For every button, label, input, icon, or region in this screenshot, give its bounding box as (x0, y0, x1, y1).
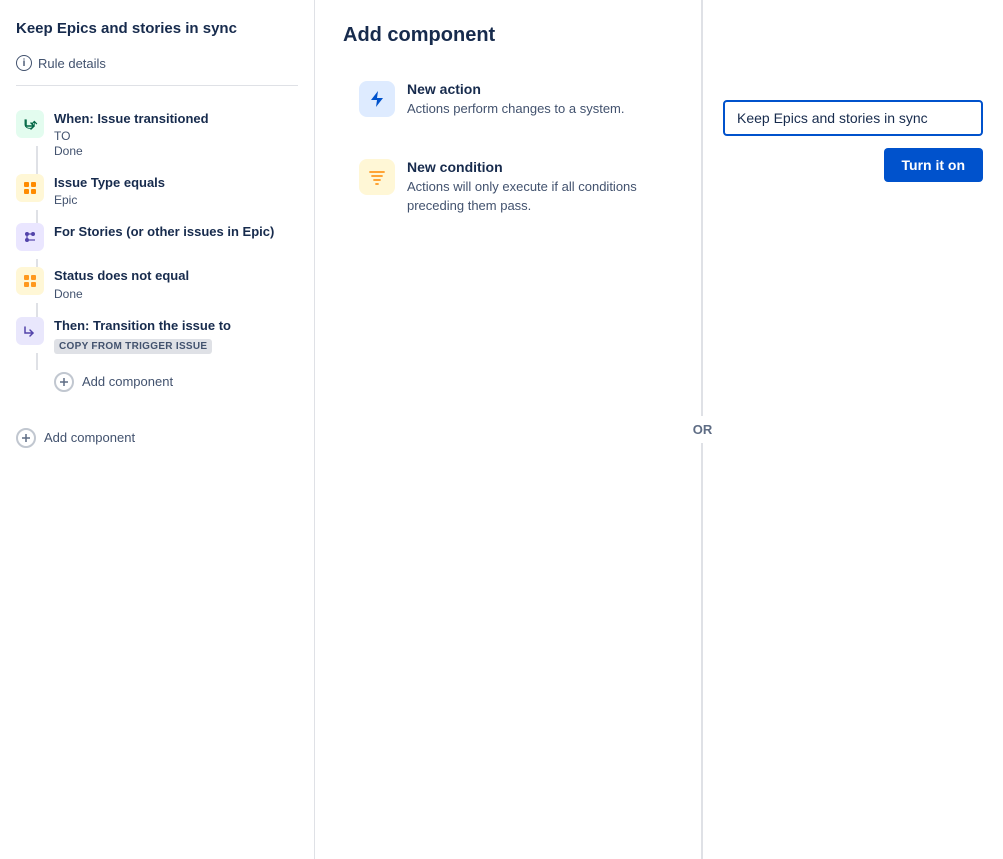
add-component-outer-row[interactable]: Add component (0, 422, 314, 454)
new-condition-card-content: New condition Actions will only execute … (407, 159, 657, 216)
new-action-title: New action (407, 81, 624, 97)
plus-icon-inner (59, 377, 69, 387)
timeline-item-for-stories[interactable]: For Stories (or other issues in Epic) (0, 215, 314, 259)
when-transition-title: When: Issue transitioned (54, 110, 298, 128)
add-component-outer-label: Add component (44, 430, 135, 445)
issue-type-content: Issue Type equals Epic (54, 174, 298, 207)
rule-title: Keep Epics and stories in sync (0, 16, 314, 49)
then-transition-icon-box (16, 317, 44, 345)
when-transition-content: When: Issue transitioned TO Done (54, 110, 298, 158)
copy-badge: COPY FROM TRIGGER ISSUE (54, 339, 212, 354)
issue-type-title: Issue Type equals (54, 174, 298, 192)
timeline-item-then-transition[interactable]: Then: Transition the issue to COPY FROM … (0, 309, 314, 362)
when-transition-icon-box (16, 110, 44, 138)
status-icon (22, 273, 38, 289)
new-action-icon-box (359, 81, 395, 117)
timeline-item-issue-type[interactable]: Issue Type equals Epic (0, 166, 314, 215)
rule-name-input[interactable] (723, 100, 983, 136)
right-panel: Turn it on (703, 0, 1003, 859)
new-condition-title: New condition (407, 159, 657, 175)
or-label: OR (689, 416, 717, 443)
left-panel: Keep Epics and stories in sync i Rule de… (0, 0, 315, 859)
new-condition-desc: Actions will only execute if all conditi… (407, 178, 657, 216)
issue-type-sub: Epic (54, 193, 298, 207)
when-transition-sub1: TO (54, 129, 298, 143)
timeline: When: Issue transitioned TO Done Issue T… (0, 94, 314, 406)
add-component-inner-row[interactable]: Add component (0, 366, 314, 398)
add-component-inner-label: Add component (82, 374, 173, 389)
add-circle-inner (54, 372, 74, 392)
when-transition-sub2: Done (54, 144, 298, 158)
timeline-item-when-transition[interactable]: When: Issue transitioned TO Done (0, 102, 314, 166)
panel-divider (16, 85, 298, 86)
lightning-icon (367, 89, 387, 109)
info-icon: i (16, 55, 32, 71)
status-content: Status does not equal Done (54, 267, 298, 300)
new-action-card-content: New action Actions perform changes to a … (407, 81, 624, 119)
for-stories-title: For Stories (or other issues in Epic) (54, 223, 298, 241)
for-stories-icon-box (16, 223, 44, 251)
timeline-item-status[interactable]: Status does not equal Done (0, 259, 314, 308)
status-icon-box (16, 267, 44, 295)
plus-icon-outer (21, 433, 31, 443)
rule-details-row[interactable]: i Rule details (0, 49, 314, 77)
filter-icon (367, 167, 387, 187)
issue-type-icon (22, 180, 38, 196)
for-stories-content: For Stories (or other issues in Epic) (54, 223, 298, 241)
middle-panel: Add component New action Actions perform… (315, 0, 702, 859)
new-condition-card[interactable]: New condition Actions will only execute … (343, 145, 673, 230)
status-sub: Done (54, 287, 298, 301)
issue-type-icon-box (16, 174, 44, 202)
turn-on-button[interactable]: Turn it on (884, 148, 984, 182)
add-component-heading: Add component (343, 24, 673, 47)
for-stories-icon (22, 229, 38, 245)
then-transition-content: Then: Transition the issue to COPY FROM … (54, 317, 298, 354)
add-circle-outer (16, 428, 36, 448)
transition-icon (22, 116, 38, 132)
status-title: Status does not equal (54, 267, 298, 285)
or-divider: OR (702, 0, 703, 859)
then-transition-icon (22, 323, 38, 339)
rule-details-label: Rule details (38, 56, 106, 71)
then-transition-title: Then: Transition the issue to (54, 317, 298, 335)
new-action-card[interactable]: New action Actions perform changes to a … (343, 67, 673, 133)
new-condition-icon-box (359, 159, 395, 195)
new-action-desc: Actions perform changes to a system. (407, 100, 624, 119)
